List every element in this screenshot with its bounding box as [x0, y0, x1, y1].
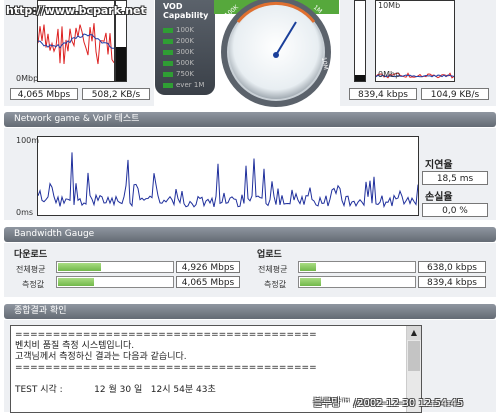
vod-item-200k: 200K — [163, 37, 194, 45]
download-avg-gauge — [56, 261, 174, 273]
download-avg-label: 전체평균 — [16, 265, 46, 274]
scroll-up-icon[interactable]: ▲ — [407, 326, 421, 340]
download-mbps-value: 4,065 Mbps — [10, 88, 78, 100]
vod-item-100k: 100K — [163, 26, 194, 34]
upload-avg-gauge-fill — [300, 263, 316, 271]
download-measured-gauge-fill — [58, 278, 95, 286]
upload-measured-gauge — [298, 276, 416, 288]
download-measured-gauge — [56, 276, 174, 288]
upload-kbps-value: 839,4 kbps — [349, 88, 417, 100]
latency-graph-svg — [37, 152, 419, 209]
result-line: ======================================== — [15, 330, 317, 340]
watermark-top: http://www.bcpark.net — [6, 4, 146, 17]
bandwidth-section-header: Bandwidth Gauge — [4, 227, 496, 242]
top-right-panel: 10Mb 0Mbp 839,4 kbps 104,9 KB/s — [340, 0, 496, 106]
upload-label: 업로드 — [257, 250, 282, 260]
upload-kbs-value: 104,9 KB/s — [421, 88, 489, 100]
vod-capability-panel: VOD Capability 100K 200K 300K 500K 750K … — [155, 0, 215, 95]
latency-graph-y-top: 100m — [16, 136, 40, 145]
upload-avg-value: 638,0 kbps — [418, 261, 486, 273]
vod-led-icon — [163, 38, 173, 44]
upload-avg-label: 전체평균 — [258, 265, 288, 274]
scroll-thumb[interactable] — [408, 341, 420, 371]
latency-value: 18,5 ms — [422, 171, 488, 185]
result-line: 고객님께서 측정하신 결과는 다음과 같습니다. — [15, 352, 187, 362]
vod-item-750k: 750K — [163, 70, 194, 78]
upload-speed-graph-svg — [375, 72, 455, 79]
upload-level-fill — [355, 75, 365, 81]
vod-led-icon — [163, 49, 173, 55]
upload-measured-value: 839,4 kbps — [418, 276, 486, 288]
latency-label: 지연율 — [425, 160, 453, 171]
upload-graph-y-bottom: 0Mbp — [378, 70, 401, 79]
graph-trace — [37, 23, 115, 65]
upload-level-bar — [354, 0, 366, 82]
vod-subtitle: Capability — [163, 11, 209, 20]
network-section-header: Network game & VoIP 테스트 — [4, 112, 496, 127]
upload-measured-gauge-fill — [300, 278, 321, 286]
result-line: TEST 시각 : 12 월 30 일 12시 54분 43초 — [15, 385, 216, 395]
result-line — [15, 374, 317, 385]
bandwidth-panel: 다운로드 전체평균 측정값 4,926 Mbps 4,065 Mbps 업로드 … — [4, 243, 496, 297]
download-measured-label: 측정값 — [22, 280, 45, 289]
vod-led-icon — [163, 71, 173, 77]
result-text: ========================================… — [15, 330, 317, 396]
upload-graph-y-top: 10Mb — [378, 1, 401, 10]
latency-graph-y-bottom: 0ms — [16, 208, 34, 217]
latency-graph — [37, 136, 419, 216]
vod-item-300k: 300K — [163, 48, 194, 56]
vod-item-500k: 500K — [163, 59, 194, 67]
speed-dial: 100K 1M 10M 100M — [214, 0, 339, 108]
download-measured-value: 4,065 Mbps — [176, 276, 240, 288]
download-avg-value: 4,926 Mbps — [176, 261, 240, 273]
watermark-bottom: 블루망™ /2002-12-30 12:54:45 — [313, 398, 464, 409]
vod-title: VOD — [163, 2, 183, 11]
result-section-header: 종합결과 확인 — [4, 304, 496, 319]
download-kbs-value: 508,2 KB/s — [82, 88, 150, 100]
vod-led-icon — [163, 82, 173, 88]
result-line: 벤치비 품질 측정 시스템입니다. — [15, 341, 135, 351]
download-level-fill — [116, 47, 126, 81]
loss-value: 0,0 % — [422, 203, 488, 217]
vod-item-1m: ever 1M — [163, 81, 204, 89]
upload-avg-gauge — [298, 261, 416, 273]
vod-led-icon — [163, 27, 173, 33]
vod-led-icon — [163, 60, 173, 66]
network-panel: 100m 0ms 지연율 18,5 ms 손실율 0,0 % — [4, 128, 496, 220]
download-graph-y-bottom: 0Mbp — [16, 74, 39, 83]
download-label: 다운로드 — [14, 250, 48, 260]
result-line: ======================================== — [15, 363, 317, 373]
loss-label: 손실율 — [425, 192, 453, 203]
download-avg-gauge-fill — [58, 263, 102, 271]
graph-trace — [37, 152, 419, 209]
upload-measured-label: 측정값 — [264, 280, 287, 289]
